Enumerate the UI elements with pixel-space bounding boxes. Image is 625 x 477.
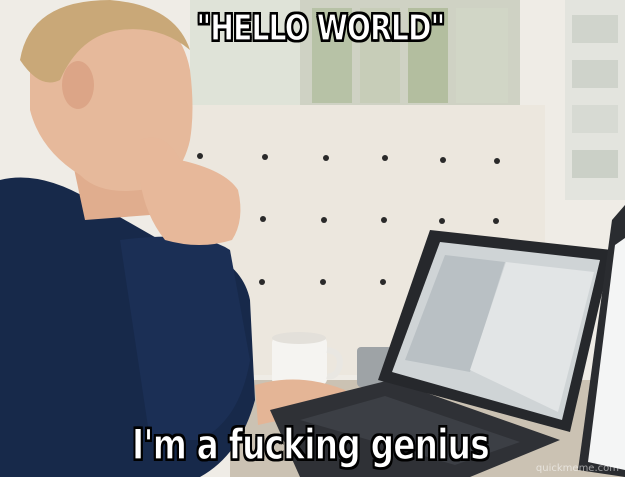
bottom-caption: I'm a fucking genius [132,419,491,469]
meme-photo [0,0,625,477]
watermark: quickmeme.com [535,463,619,474]
top-caption: "HELLO WORLD" [196,7,446,49]
ear [62,61,94,109]
